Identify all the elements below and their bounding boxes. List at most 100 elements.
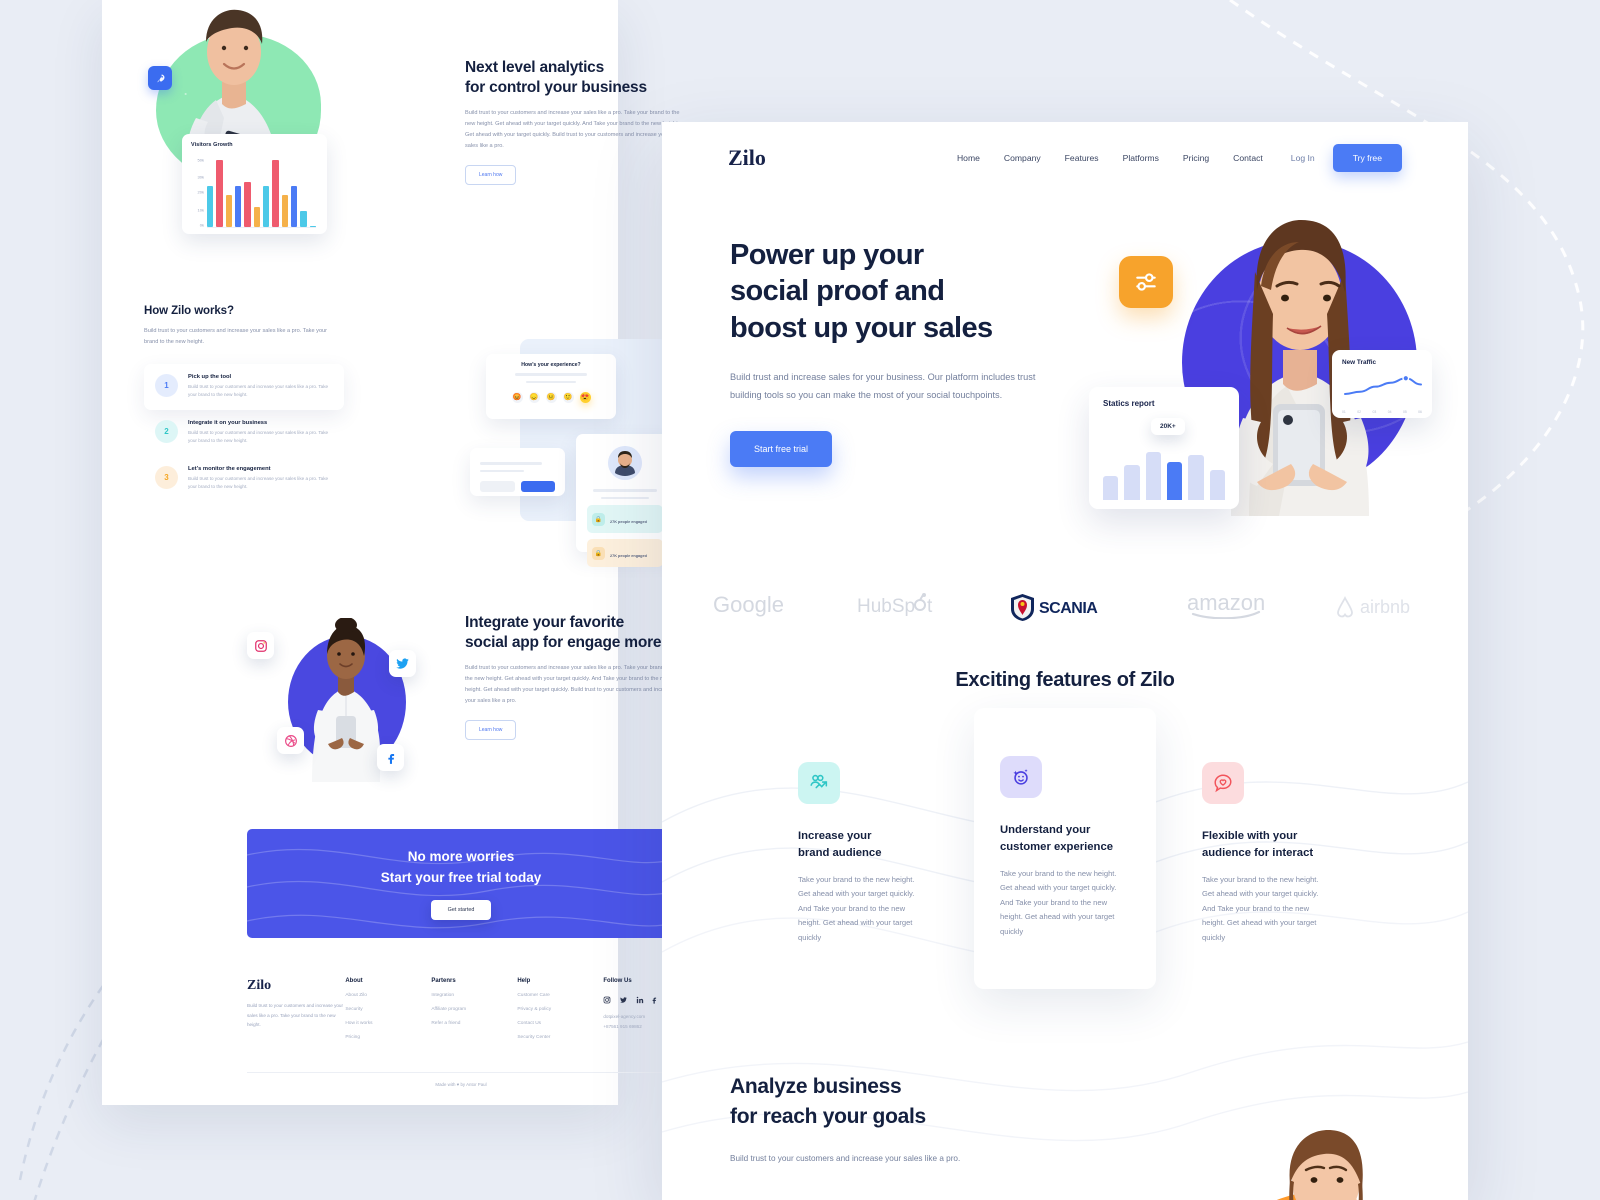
left-page-mockup: Visitors Growth 50k 30k 20k 10k 0k Next … bbox=[102, 0, 679, 1105]
chart-bar bbox=[207, 186, 214, 227]
footer-link[interactable]: Security bbox=[345, 1007, 431, 1012]
stat-bar bbox=[1188, 455, 1204, 500]
feature-title-line2: brand audience bbox=[798, 846, 882, 859]
woman-smiling-photo bbox=[1289, 1130, 1363, 1200]
feature-card-2[interactable]: Understand your customer experience Take y… bbox=[974, 708, 1156, 989]
try-free-button[interactable]: Try free bbox=[1332, 144, 1402, 172]
svg-text:amazon: amazon bbox=[1187, 591, 1265, 615]
emoji-angry-icon[interactable]: 😡 bbox=[511, 392, 523, 404]
login-link[interactable]: Log In bbox=[1291, 153, 1315, 163]
left-hero-illustration: Visitors Growth 50k 30k 20k 10k 0k bbox=[130, 0, 345, 244]
nav-link-platforms[interactable]: Platforms bbox=[1123, 153, 1159, 163]
footer-link[interactable]: How it works bbox=[345, 1021, 431, 1026]
integrate-illustration bbox=[247, 612, 432, 782]
nav-link-company[interactable]: Company bbox=[1004, 153, 1041, 163]
footer-link[interactable]: Privacy & policy bbox=[517, 1007, 603, 1012]
footer-link[interactable]: About Zilo bbox=[345, 993, 431, 998]
linkedin-icon[interactable] bbox=[636, 996, 644, 1004]
footer-column-heading: Help bbox=[517, 978, 531, 984]
facebook-icon[interactable] bbox=[652, 996, 657, 1004]
learn-how-button-hero[interactable]: Learn how bbox=[465, 164, 517, 185]
feature-description: Take your brand to the new height. Get a… bbox=[1000, 868, 1117, 936]
instagram-icon bbox=[254, 639, 267, 652]
learn-how-button-integrate[interactable]: Learn how bbox=[465, 719, 517, 740]
statics-report-card: Statics report 20K+ bbox=[1089, 387, 1239, 509]
nav-links: Home Company Features Platforms Pricing Conta… bbox=[957, 153, 1263, 163]
how-step-1[interactable]: 1 Pick up the tool Build trust to your cus… bbox=[144, 363, 344, 410]
hero-paragraph: Build trust and increase sales for your … bbox=[730, 371, 1036, 401]
brand-logo[interactable]: Zilo bbox=[728, 145, 766, 171]
nav-link-features[interactable]: Features bbox=[1065, 153, 1099, 163]
analyze-title: Analyze business for reach your goals bbox=[730, 1075, 926, 1129]
chart-bar bbox=[290, 186, 298, 227]
logo-hubspot: HubSp t bbox=[857, 592, 943, 622]
visitors-growth-chart-card: Visitors Growth 50k 30k 20k 10k 0k bbox=[182, 134, 327, 234]
nav-link-contact[interactable]: Contact bbox=[1233, 153, 1263, 163]
footer-link[interactable]: Affiliate program bbox=[431, 1007, 517, 1012]
get-started-button[interactable]: Get started bbox=[430, 900, 492, 921]
hero-illustration: Statics report 20K+ New Traffic 01 02 03 04… bbox=[1087, 172, 1447, 592]
chart-y-axis: 50k 30k 20k 10k 0k bbox=[197, 157, 204, 228]
how-step-2[interactable]: 2 Integrate it on your business Build trus… bbox=[144, 410, 344, 456]
footer-link[interactable]: Security Center bbox=[517, 1035, 603, 1040]
stat-bar bbox=[1145, 451, 1161, 500]
twitter-icon[interactable] bbox=[619, 996, 628, 1004]
emoji-smile-icon[interactable]: 🙂 bbox=[562, 392, 574, 404]
left-hero-copy: Next level analytics for control your bu… bbox=[465, 58, 680, 185]
audience-growth-icon bbox=[798, 762, 840, 804]
twitter-icon bbox=[396, 658, 409, 669]
engagement-row-1: 🔒 27K people engaged bbox=[587, 505, 663, 534]
nav-link-pricing[interactable]: Pricing bbox=[1183, 153, 1209, 163]
smiley-sparkle-icon bbox=[1000, 756, 1042, 798]
chart-title: Visitors Growth bbox=[191, 142, 233, 148]
dribbble-icon-chip[interactable] bbox=[277, 727, 304, 754]
logo-amazon: amazon bbox=[1187, 590, 1267, 624]
footer-link[interactable]: Customer Care bbox=[517, 993, 603, 998]
footer-link[interactable]: Integration bbox=[431, 993, 517, 998]
feature-title-line1: Understand your bbox=[1000, 824, 1091, 836]
instagram-icon[interactable] bbox=[603, 996, 611, 1004]
traffic-tick: 05 bbox=[1402, 410, 1407, 414]
instagram-icon-chip[interactable] bbox=[247, 632, 274, 659]
client-logos-row: Google HubSp t SCANIA amazon airbnb bbox=[662, 562, 1468, 652]
hero-title: Power up your social proof and boost up … bbox=[730, 239, 993, 344]
nav-link-home[interactable]: Home bbox=[957, 153, 980, 163]
feature-card-3[interactable]: Flexible with your audience for interact T… bbox=[1176, 730, 1358, 989]
feature-title-line2: customer experience bbox=[1000, 840, 1114, 853]
twitter-icon-chip[interactable] bbox=[389, 650, 416, 677]
traffic-tick: 02 bbox=[1357, 410, 1362, 414]
secondary-button-placeholder[interactable] bbox=[480, 481, 515, 493]
how-step-3[interactable]: 3 Let's monitor the engagement Build trust… bbox=[144, 456, 344, 502]
facebook-icon-chip[interactable] bbox=[377, 744, 404, 771]
emoji-neutral-icon[interactable]: 😐 bbox=[545, 392, 557, 404]
footer-link[interactable]: Contact Us bbox=[517, 1021, 603, 1026]
start-free-trial-button[interactable]: Start free trial bbox=[730, 430, 833, 467]
feature-description: Take your brand to the new height. Get a… bbox=[1202, 874, 1319, 942]
analyze-paragraph: Build trust to your customers and increa… bbox=[730, 1153, 961, 1163]
how-it-works-steps: 1 Pick up the tool Build trust to your cus… bbox=[144, 363, 344, 502]
sliders-icon-chip bbox=[1119, 256, 1173, 308]
experience-card-title: How's your experience? bbox=[521, 362, 581, 368]
emoji-sad-icon[interactable]: 😞 bbox=[528, 392, 540, 404]
step-title: Let's monitor the engagement bbox=[188, 465, 271, 472]
logo-airbnb: airbnb bbox=[1335, 596, 1418, 618]
feature-title-line1: Increase your bbox=[798, 830, 872, 842]
footer-link[interactable]: Pricing bbox=[345, 1035, 431, 1040]
emoji-heart-eyes-icon[interactable]: 😍 bbox=[579, 392, 591, 404]
feature-card-1[interactable]: Increase your brand audience Take your bra… bbox=[772, 730, 954, 989]
logo-google: Google bbox=[713, 592, 789, 623]
chart-bar bbox=[244, 181, 251, 227]
step-number: 1 bbox=[155, 373, 178, 397]
rocket-icon-chip bbox=[148, 66, 172, 90]
footer-link[interactable]: Refer a friend bbox=[431, 1021, 517, 1026]
feature-description: Take your brand to the new height. Get a… bbox=[798, 874, 915, 942]
statics-report-bars: 20K+ bbox=[1103, 418, 1225, 500]
dribbble-icon bbox=[284, 734, 297, 747]
primary-button-placeholder[interactable] bbox=[520, 481, 555, 493]
analyze-section: Analyze business for reach your goals Bu… bbox=[730, 1072, 1150, 1167]
emoji-rating-row[interactable]: 😡 😞 😐 🙂 😍 bbox=[495, 392, 607, 404]
traffic-tick: 03 bbox=[1372, 410, 1377, 414]
lock-icon: 🔒 bbox=[592, 512, 605, 526]
stat-bar bbox=[1166, 461, 1183, 500]
profile-engagement-card: 🔒 27K people engaged 🔒 27K people engage… bbox=[576, 434, 674, 568]
